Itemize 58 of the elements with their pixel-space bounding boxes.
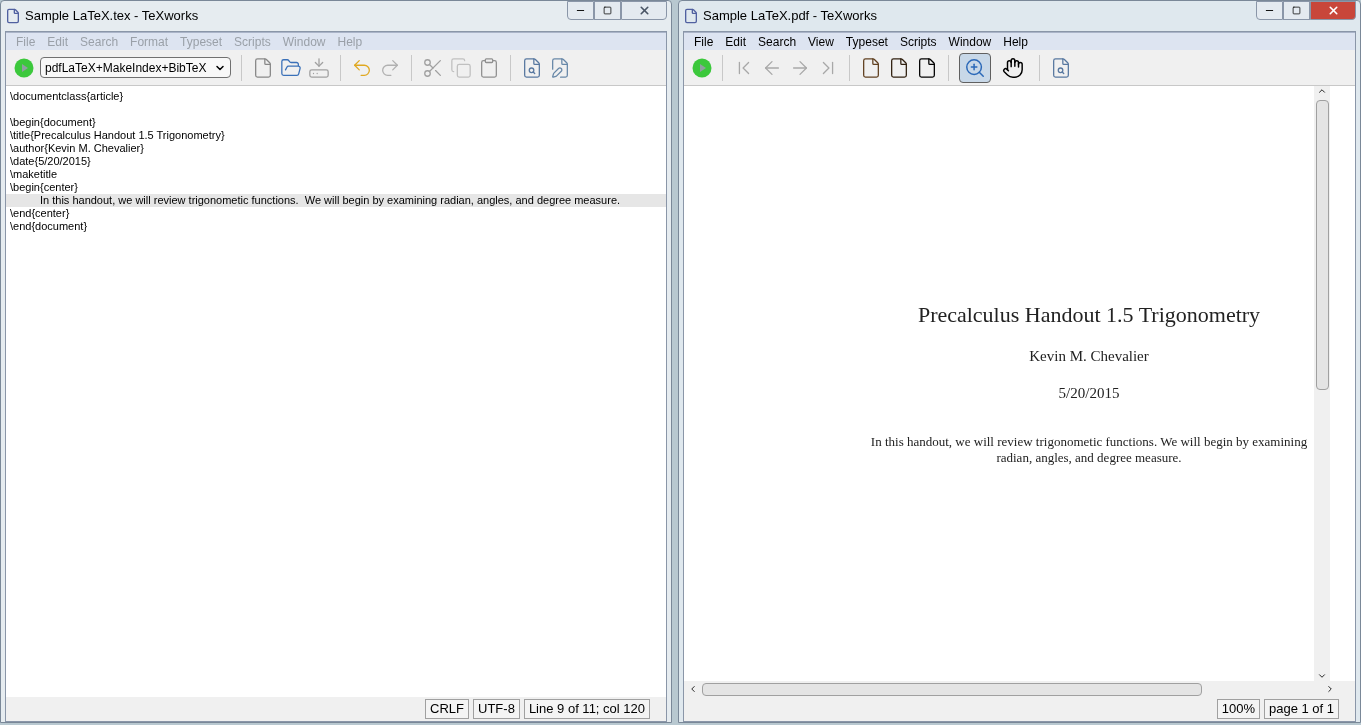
code-line: \maketitle — [9, 168, 59, 181]
search-document-icon[interactable] — [1050, 56, 1072, 79]
code-line: \documentclass{article} — [9, 90, 125, 103]
minimize-button[interactable] — [1256, 1, 1283, 20]
play-icon[interactable] — [14, 57, 34, 78]
page-icon[interactable] — [860, 56, 882, 79]
maximize-button[interactable] — [1283, 1, 1310, 20]
code-line: \author{Kevin M. Chevalier} — [9, 142, 145, 155]
engine-dropdown[interactable]: pdfLaTeX+MakeIndex+BibTeX — [40, 57, 232, 78]
vertical-scrollbar[interactable] — [1314, 86, 1330, 681]
maximize-button[interactable] — [594, 1, 621, 20]
scroll-down-icon[interactable] — [1317, 671, 1327, 681]
status-field: UTF-8 — [473, 699, 520, 719]
document-author: Kevin M. Chevalier — [1029, 347, 1149, 366]
scroll-up-icon[interactable] — [1317, 86, 1327, 96]
document-icon — [683, 8, 699, 24]
code-line: \date{5/20/2015} — [9, 155, 92, 168]
folder-icon[interactable] — [280, 56, 303, 79]
menu-item[interactable]: Typeset — [839, 32, 894, 51]
scroll-right-icon[interactable] — [1325, 684, 1335, 694]
menu-item[interactable]: Help — [997, 32, 1034, 51]
copy-icon[interactable] — [450, 56, 473, 79]
status-field: CRLF — [425, 699, 470, 719]
scroll-left-icon[interactable] — [688, 684, 698, 694]
code-line: \end{center} — [9, 207, 71, 220]
document-title: Precalculus Handout 1.5 Trigonometry — [917, 301, 1261, 329]
maximize-icon — [603, 6, 612, 15]
minimize-button[interactable] — [567, 1, 594, 20]
window-title: Sample LaTeX.pdf - TeXworks — [703, 7, 877, 26]
menu-item[interactable]: Search — [752, 32, 803, 51]
zoom-tool-button[interactable] — [959, 52, 991, 83]
maximize-icon — [1292, 6, 1301, 15]
magnifier-icon — [964, 56, 986, 79]
menu-item[interactable]: Edit — [719, 32, 753, 51]
code-line: \begin{document} — [9, 116, 97, 129]
close-icon — [637, 4, 651, 17]
hand-icon — [1002, 56, 1024, 79]
document-date: 5/20/2015 — [1058, 383, 1120, 403]
code-line: \end{document} — [9, 220, 89, 233]
close-button[interactable] — [621, 1, 667, 20]
page-icon[interactable] — [916, 56, 938, 79]
menu-item[interactable]: Window — [942, 32, 998, 51]
status-field: Line 9 of 11; col 120 — [523, 699, 650, 719]
status-field: 100% — [1216, 699, 1260, 719]
save-icon[interactable] — [308, 56, 331, 79]
page-icon[interactable] — [888, 56, 910, 79]
status-field: page 1 of 1 — [1263, 699, 1339, 719]
menu-item[interactable]: File — [688, 32, 720, 51]
menu-item[interactable]: View — [802, 32, 840, 51]
play-icon[interactable] — [692, 57, 712, 78]
code-line: \begin{center} — [9, 181, 79, 194]
close-button[interactable] — [1310, 1, 1356, 20]
window-title: Sample LaTeX.tex - TeXworks — [25, 7, 199, 26]
document-icon — [5, 8, 21, 24]
document-paragraph: In this handout, we will review trigonometic functions. We will begin by examining radian, angles, and degree measure. — [869, 434, 1309, 466]
code-line: \title{Precalculus Handout 1.5 Trigonometry} — [9, 129, 226, 142]
close-icon — [1326, 4, 1340, 17]
menu-item[interactable]: Scripts — [893, 32, 943, 51]
